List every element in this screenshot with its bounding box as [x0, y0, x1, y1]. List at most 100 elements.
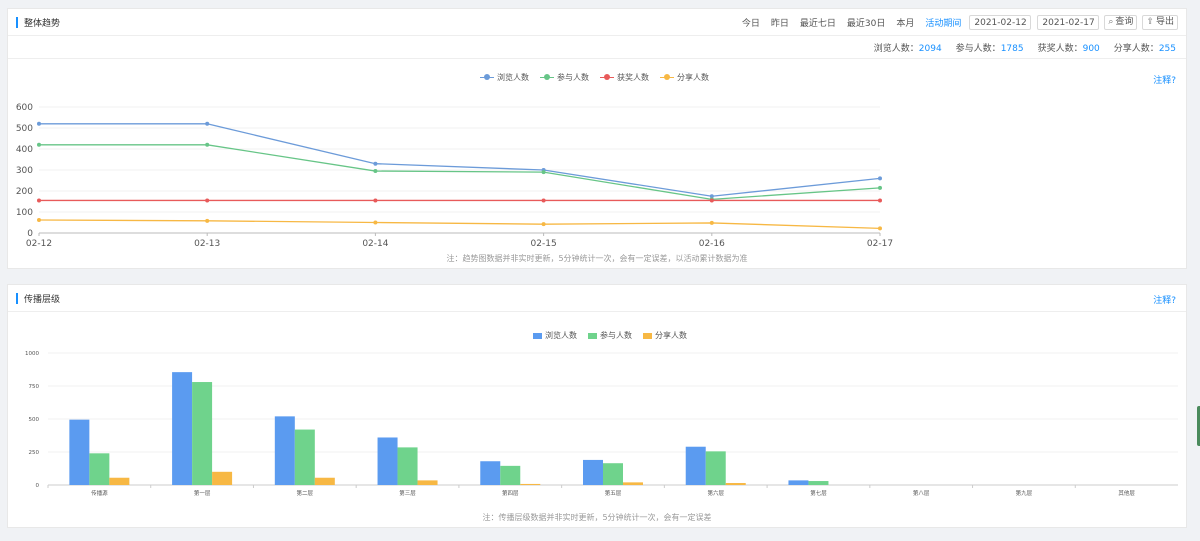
point-series-3 — [37, 198, 41, 203]
legend-label: 浏览人数 — [545, 331, 577, 340]
bar-series-2 — [500, 465, 521, 485]
legend-swatch — [533, 332, 542, 339]
x-tick-label: 第七层 — [810, 489, 827, 497]
point-series-1 — [878, 176, 882, 181]
spread-notes-link[interactable]: 注释? — [1153, 293, 1176, 306]
point-series-4 — [37, 217, 41, 222]
title-accent-bar — [16, 17, 18, 28]
spread-panel: 传播层级 注释? 浏览人数 参与人数 分享人数 0 250 500 750 1000 传播源 第… — [7, 284, 1187, 528]
stat-value: 255 — [1158, 44, 1176, 54]
y-tick-label: 300 — [16, 166, 33, 176]
bar-series-3 — [314, 477, 335, 485]
bar-series-2 — [705, 451, 726, 485]
bar-series-2 — [192, 382, 213, 485]
stat-shares: 分享人数：255 — [1114, 41, 1176, 55]
legend-item-3[interactable]: 分享人数 — [643, 330, 687, 341]
x-tick-label: 第四层 — [502, 489, 519, 497]
legend-label: 分享人数 — [655, 331, 687, 340]
date-toolbar: 今日 昨日 最近七日 最近30日 本月 活动期间 2021-02-12 2021… — [731, 14, 1178, 31]
search-icon: ⌕ — [1108, 17, 1114, 27]
bar-chart-legend: 浏览人数 参与人数 分享人数 — [533, 330, 698, 341]
query-button[interactable]: ⌕ 查询 — [1104, 15, 1138, 30]
spread-footnote: 注：传播层级数据并非实时更新，5分钟统计一次，会有一定误差 — [482, 513, 712, 522]
start-date-input[interactable]: 2021-02-12 — [969, 15, 1032, 30]
x-tick-label: 传播源 — [91, 489, 108, 497]
bar-series-1 — [685, 446, 706, 485]
line-series-1 — [39, 123, 881, 197]
stat-value: 900 — [1082, 44, 1100, 54]
bar-series-2 — [603, 463, 623, 485]
point-series-4 — [878, 226, 882, 231]
stat-participants: 参与人数：1785 — [956, 41, 1024, 55]
filter-today[interactable]: 今日 — [742, 16, 760, 29]
end-date-input[interactable]: 2021-02-17 — [1037, 15, 1100, 30]
x-tick-label: 02-16 — [699, 239, 725, 249]
filter-last-7-days[interactable]: 最近七日 — [800, 16, 836, 29]
export-label: 导出 — [1155, 17, 1174, 27]
filter-campaign-period[interactable]: 活动期间 — [925, 16, 961, 29]
point-series-3 — [878, 198, 882, 203]
stat-label: 获奖人数： — [1037, 44, 1083, 54]
bar-series-2 — [89, 453, 110, 485]
stat-label: 分享人数： — [1113, 44, 1159, 54]
x-tick-label: 02-12 — [26, 239, 52, 249]
x-tick-label: 第六层 — [707, 489, 724, 497]
spread-header: 传播层级 注释? — [8, 285, 1186, 312]
legend-item-2[interactable]: 参与人数 — [588, 330, 632, 341]
x-tick-label: 第五层 — [605, 489, 622, 497]
bar-series-3 — [109, 477, 130, 485]
x-tick-label: 02-13 — [194, 239, 220, 249]
title-accent-bar — [16, 293, 18, 304]
stat-label: 浏览人数： — [873, 44, 919, 54]
bar-series-2 — [397, 447, 418, 485]
y-tick-label: 200 — [16, 187, 33, 197]
bar-series-3 — [520, 483, 541, 485]
export-icon: ⇪ — [1146, 17, 1154, 27]
x-tick-label: 02-15 — [531, 239, 557, 249]
y-tick-label: 500 — [29, 417, 40, 423]
point-series-3 — [541, 198, 546, 203]
bar-series-3 — [417, 480, 438, 485]
trend-title: 整体趋势 — [24, 19, 61, 29]
x-tick-label: 其他层 — [1118, 489, 1135, 497]
point-series-1 — [373, 161, 378, 166]
y-tick-label: 400 — [16, 145, 33, 155]
bar-series-2 — [808, 481, 829, 485]
trend-panel: 整体趋势 今日 昨日 最近七日 最近30日 本月 活动期间 2021-02-12… — [7, 8, 1187, 269]
legend-swatch — [588, 332, 597, 339]
point-series-2 — [373, 169, 378, 174]
bar-series-1 — [274, 416, 295, 485]
legend-label: 参与人数 — [600, 331, 632, 340]
bar-series-3 — [623, 482, 643, 485]
bar-series-1 — [788, 480, 809, 485]
trend-footnote: 注：趋势图数据并非实时更新，5分钟统计一次，会有一定误差，以活动累计数据为准 — [446, 254, 748, 263]
bar-series-1 — [377, 437, 398, 485]
bar-series-3 — [725, 483, 746, 485]
bar-series-1 — [69, 419, 90, 485]
point-series-4 — [709, 220, 714, 225]
filter-yesterday[interactable]: 昨日 — [771, 16, 789, 29]
trend-header: 整体趋势 今日 昨日 最近七日 最近30日 本月 活动期间 2021-02-12… — [8, 9, 1186, 36]
point-series-2 — [541, 170, 546, 175]
x-tick-label: 第二层 — [297, 489, 314, 497]
stats-summary: 浏览人数：2094 参与人数：1785 获奖人数：900 分享人数：255 — [860, 41, 1176, 55]
point-series-4 — [205, 218, 210, 223]
spread-title: 传播层级 — [24, 295, 61, 305]
y-tick-label: 250 — [29, 450, 40, 456]
stat-value: 1785 — [1000, 44, 1024, 54]
x-tick-label: 第一层 — [194, 489, 211, 497]
trend-line-chart: 0 100 200 300 400 500 600 02-12 02-13 02-14 02-15 0… — [16, 103, 893, 249]
legend-item-1[interactable]: 浏览人数 — [533, 330, 577, 341]
point-series-1 — [37, 121, 41, 126]
export-button[interactable]: ⇪ 导出 — [1142, 15, 1178, 30]
y-tick-label: 750 — [29, 384, 40, 390]
bar-series-1 — [583, 459, 603, 485]
bar-series-1 — [172, 372, 193, 485]
filter-last-30-days[interactable]: 最近30日 — [847, 16, 885, 29]
bar-series-3 — [212, 471, 233, 485]
filter-this-month[interactable]: 本月 — [896, 16, 914, 29]
point-series-2 — [205, 142, 210, 147]
point-series-4 — [373, 220, 378, 225]
point-series-3 — [205, 198, 210, 203]
point-series-2 — [37, 142, 41, 147]
